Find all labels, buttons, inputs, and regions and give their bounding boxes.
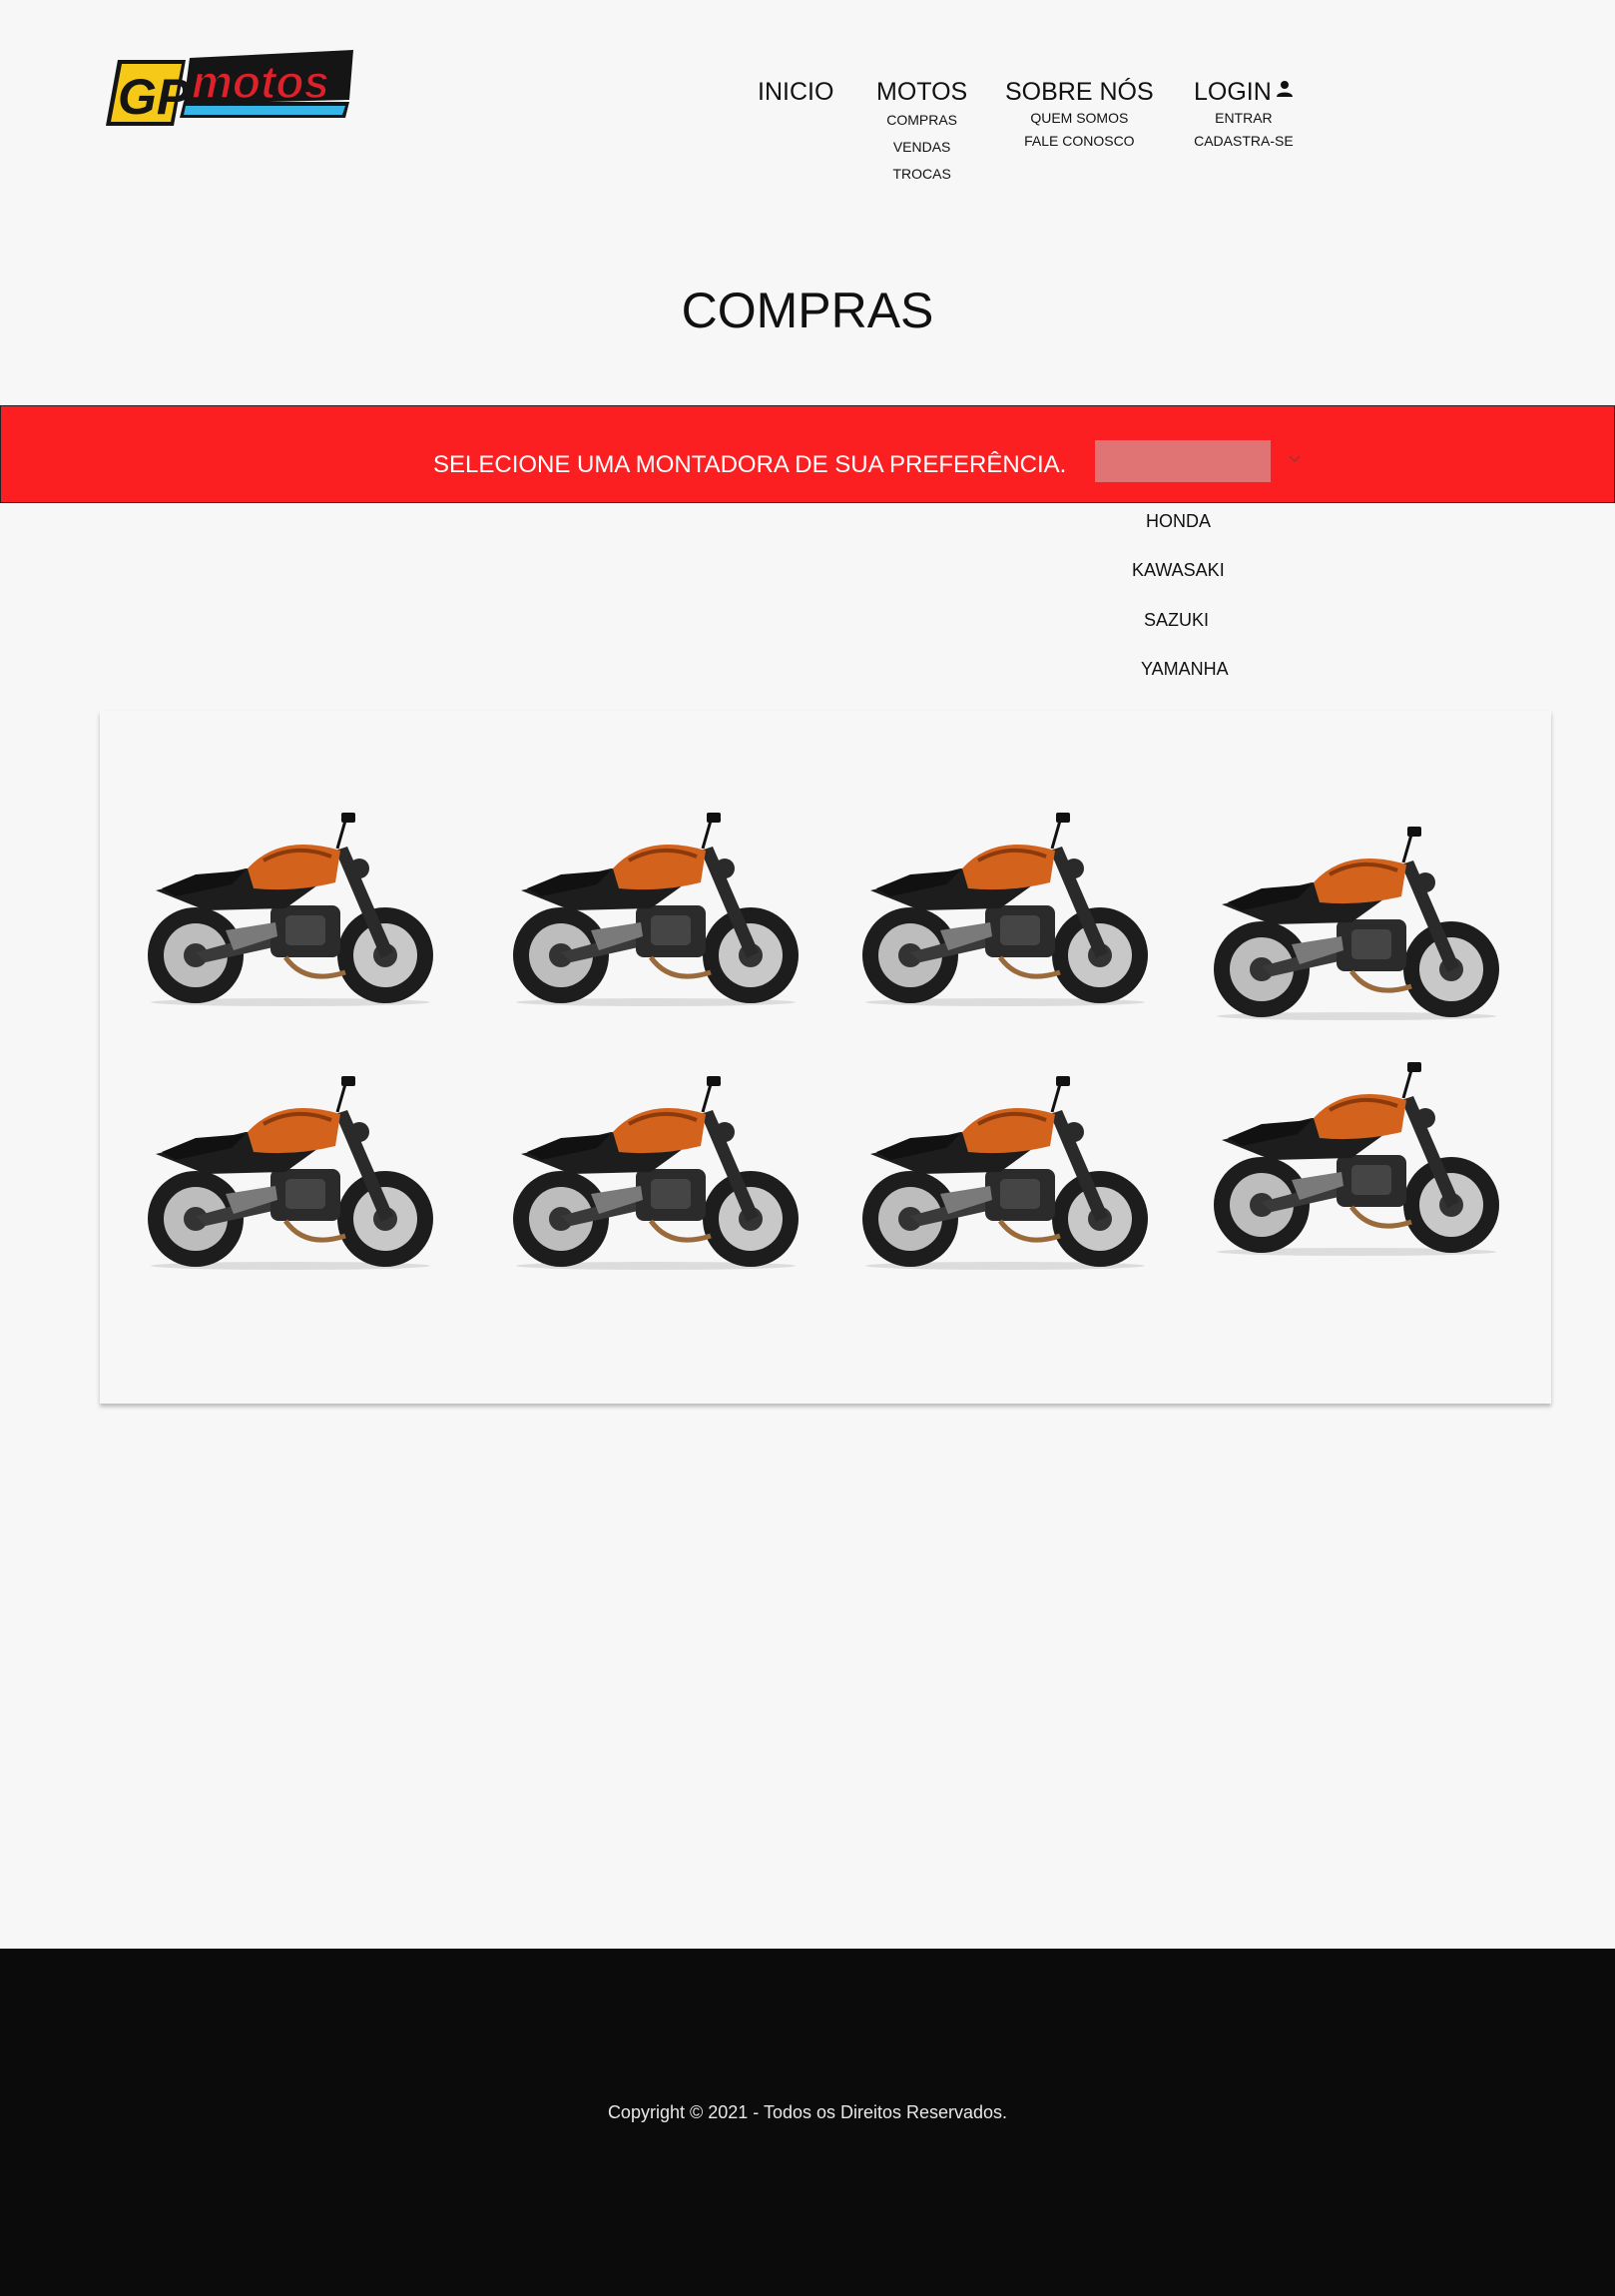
moto-card-8[interactable] [1202,1060,1511,1260]
nav-sobre-label[interactable]: SOBRE NÓS [1005,78,1154,107]
brand-option-yamanha[interactable]: YAMANHA [1141,659,1229,680]
nav-inicio-label[interactable]: INICIO [758,78,833,107]
moto-card-4[interactable] [1202,825,1511,1024]
brand-option-honda[interactable]: HONDA [1146,511,1211,532]
motorcycle-image [148,813,433,1006]
brand-option-sazuki[interactable]: SAZUKI [1144,610,1209,631]
nav-motos[interactable]: MOTOS COMPRAS VENDAS TROCAS [876,78,967,188]
nav-motos-label[interactable]: MOTOS [876,78,967,107]
motorcycle-image [513,813,799,1006]
nav-motos-vendas[interactable]: VENDAS [876,134,967,161]
motorcycle-image [862,813,1148,1006]
nav-motos-trocas[interactable]: TROCAS [876,161,967,188]
brand-select[interactable] [1095,440,1271,482]
moto-card-5[interactable] [136,1074,445,1274]
page-title: COMPRAS [681,283,934,338]
motorcycle-image [862,1076,1148,1270]
footer: Copyright © 2021 - Todos os Direitos Res… [0,1949,1615,2296]
nav-login[interactable]: LOGIN ENTRAR CADASTRA-SE [1194,78,1294,153]
nav-inicio[interactable]: INICIO [758,78,833,107]
moto-card-3[interactable] [850,811,1160,1010]
brand-filter-bar: SELECIONE UMA MONTADORA DE SUA PREFERÊNC… [0,405,1615,503]
motorcycle-image [1214,1062,1499,1256]
nav-sobre-fale-conosco[interactable]: FALE CONOSCO [1005,130,1154,153]
moto-card-6[interactable] [501,1074,810,1274]
brand-option-kawasaki[interactable]: KAWASAKI [1132,560,1225,581]
chevron-down-icon[interactable] [1289,450,1301,468]
nav-login-entrar[interactable]: ENTRAR [1194,107,1294,130]
motorcycle-image [513,1076,799,1270]
nav-sobre[interactable]: SOBRE NÓS QUEM SOMOS FALE CONOSCO [1005,78,1154,153]
main-nav: INICIO MOTOS COMPRAS VENDAS TROCAS SOBRE… [0,78,1615,198]
brand-filter-prompt: SELECIONE UMA MONTADORA DE SUA PREFERÊNC… [433,451,1067,478]
user-icon[interactable] [1276,80,1294,103]
nav-login-cadastra-se[interactable]: CADASTRA-SE [1194,130,1294,153]
moto-card-2[interactable] [501,811,810,1010]
moto-card-7[interactable] [850,1074,1160,1274]
copyright-text: Copyright © 2021 - Todos os Direitos Res… [607,2102,1008,2122]
nav-sobre-quem-somos[interactable]: QUEM SOMOS [1005,107,1154,130]
motorcycle-gallery [100,711,1551,1404]
moto-card-1[interactable] [136,811,445,1010]
nav-motos-compras[interactable]: COMPRAS [876,107,967,134]
motorcycle-image [148,1076,433,1270]
motorcycle-image [1214,827,1499,1020]
nav-login-label[interactable]: LOGIN [1194,78,1272,107]
